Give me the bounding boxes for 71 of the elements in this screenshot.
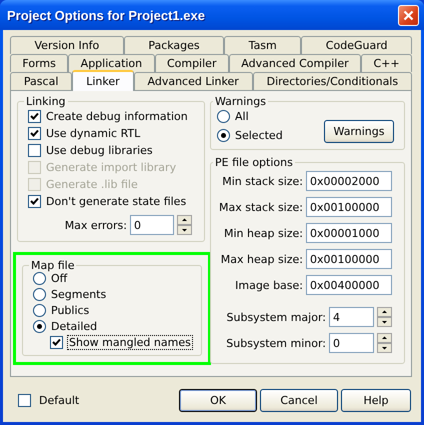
radio-button[interactable]	[33, 304, 46, 317]
radio-button[interactable]	[33, 320, 46, 333]
spin-button[interactable]	[377, 307, 392, 327]
spin-button[interactable]	[377, 333, 392, 353]
radio-label: All	[235, 110, 249, 122]
tab[interactable]: Advanced Linker	[134, 72, 253, 90]
checkbox-label: Show mangled names	[68, 336, 192, 349]
tab[interactable]: Packages	[124, 36, 224, 54]
group-title: Warnings	[214, 95, 267, 108]
group-title: PE file options	[214, 156, 294, 169]
field-label: Image base:	[235, 278, 303, 292]
field-label: Min heap size:	[224, 226, 303, 240]
field-label: Max errors:	[64, 218, 127, 232]
checkbox-label: Default	[39, 394, 80, 407]
input-field[interactable]: 0x00100000	[306, 197, 392, 217]
tab[interactable]: Application	[68, 54, 155, 72]
warnings-button[interactable]: Warnings	[324, 120, 394, 143]
tab[interactable]: Forms	[10, 54, 68, 72]
radio-button[interactable]	[33, 288, 46, 301]
group-title: Linking	[25, 95, 67, 108]
field-label: Min stack size:	[222, 174, 303, 188]
input-field[interactable]: 0	[329, 333, 374, 353]
checkbox[interactable]	[28, 144, 41, 157]
checkbox-label: Generate import library	[46, 161, 176, 174]
radio-button[interactable]	[217, 128, 230, 142]
checkbox[interactable]	[28, 127, 41, 140]
tab[interactable]: Pascal	[10, 72, 72, 90]
checkbox[interactable]	[28, 110, 41, 123]
window-title: Project Options for Project1.exe	[7, 8, 205, 22]
check-icon	[30, 197, 39, 206]
tab[interactable]: Linker	[72, 70, 134, 91]
tab[interactable]: Compiler	[154, 54, 229, 72]
dialog-button[interactable]: OK	[179, 389, 257, 412]
radio-label: Detailed	[51, 320, 98, 333]
checkbox-label: Use dynamic RTL	[46, 127, 140, 140]
tab[interactable]: CodeGuard	[301, 36, 412, 54]
input-field[interactable]: 0x00001000	[306, 223, 392, 243]
tab[interactable]: C++	[361, 54, 412, 72]
input-field[interactable]: 0x00100000	[306, 249, 392, 269]
radio-label: Selected	[235, 128, 283, 142]
tab[interactable]: Tasm	[224, 36, 302, 54]
tab[interactable]: Version Info	[10, 36, 124, 54]
radio-label: Publics	[51, 304, 90, 317]
dialog-button[interactable]: Cancel	[260, 389, 338, 412]
input-field[interactable]: 0	[130, 215, 174, 235]
close-icon	[403, 10, 414, 20]
field-label: Subsystem minor:	[226, 336, 326, 350]
check-icon	[52, 338, 61, 347]
checkbox-label: Don't generate state files	[46, 195, 186, 208]
input-field[interactable]: 0x00002000	[306, 171, 392, 191]
spin-button[interactable]	[177, 215, 192, 235]
checkbox-label: Generate .lib file	[46, 178, 138, 191]
radio-button[interactable]	[217, 110, 230, 122]
radio-label: Off	[51, 272, 68, 285]
checkbox-label: Use debug libraries	[46, 144, 153, 157]
tab[interactable]: Advanced Compiler	[228, 54, 362, 72]
tab[interactable]: Directories/Conditionals	[252, 72, 412, 90]
radio-button[interactable]	[33, 272, 46, 285]
checkbox[interactable]	[50, 336, 63, 349]
dialog-button[interactable]: Help	[341, 389, 411, 412]
group-title: Map file	[30, 259, 76, 272]
input-field[interactable]: 4	[329, 307, 374, 327]
close-button[interactable]	[398, 4, 419, 26]
field-label: Max stack size:	[219, 200, 303, 214]
field-label: Max heap size:	[220, 252, 303, 266]
checkbox[interactable]	[28, 195, 41, 208]
checkbox[interactable]	[18, 394, 31, 407]
field-label: Subsystem major:	[226, 310, 326, 324]
radio-label: Segments	[51, 288, 106, 301]
input-field[interactable]: 0x00400000	[306, 275, 392, 295]
checkbox-label: Create debug information	[46, 110, 188, 123]
